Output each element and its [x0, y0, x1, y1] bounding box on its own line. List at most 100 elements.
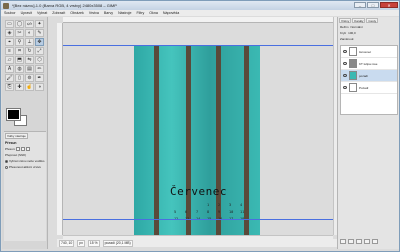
gimp-app-icon [3, 2, 9, 9]
scissors-icon[interactable]: ✂ [15, 29, 24, 37]
text-icon[interactable]: A [5, 65, 14, 73]
cage-icon[interactable]: ⬡ [35, 56, 44, 64]
toolbox: ▭ ◯ ᔕ ✦ ◈ ✂ ◐ ✎ ⌖ ⚲ ⟂ ✥ ≡ ⌗ ↻ ⤢ ▱ ⬒ ⇋ ⬡ A ◍ ▤ ✏ 🖌 ▯ ⊚ ✒ ⎘ ✚ ☝ ◑ Volby n… [2, 17, 48, 249]
dodge-icon[interactable]: ◑ [35, 83, 44, 91]
duplicate-layer-button[interactable] [364, 239, 370, 244]
opacity-value[interactable]: 100,0 [348, 31, 356, 35]
move-selection-mode-button[interactable] [21, 147, 26, 151]
option-move-active[interactable]: Přesunout aktivní vrstvu [5, 165, 45, 169]
option-pick-layer-label: Vybrat vrstvu nebo vodítko [9, 159, 45, 163]
blend-icon[interactable]: ▤ [25, 65, 34, 73]
layer-item[interactable]: červenec [341, 46, 397, 58]
tab-tool-options[interactable]: Volby nástroje [5, 133, 28, 139]
crop-icon[interactable]: ⌗ [15, 47, 24, 55]
layer-thumbnail [349, 71, 357, 80]
status-bar: 740, 10 px 15 % pozadí (20,1 MB) [57, 239, 337, 247]
menu-filtry[interactable]: Filtry [136, 11, 144, 15]
move-path-mode-button[interactable] [26, 147, 31, 151]
raise-layer-button[interactable] [348, 239, 354, 244]
option-pick-layer[interactable]: Vybrat vrstvu nebo vodítko [5, 159, 45, 163]
rotate-icon[interactable]: ↻ [25, 47, 34, 55]
calendar-day [196, 203, 207, 207]
paintbrush-icon[interactable]: 🖌 [5, 74, 14, 82]
shear-icon[interactable]: ▱ [5, 56, 14, 64]
unit-select[interactable]: px [77, 239, 85, 247]
eye-icon[interactable] [343, 74, 347, 77]
move-icon[interactable]: ✥ [35, 38, 44, 46]
menu-vybrat[interactable]: Vybrat [37, 11, 47, 15]
perspective-icon[interactable]: ⬒ [15, 56, 24, 64]
tab-channels[interactable]: Kanály [352, 18, 366, 23]
calendar-day: 9 [218, 210, 221, 214]
rect-select-icon[interactable]: ▭ [5, 20, 14, 28]
bucket-fill-icon[interactable]: ◍ [15, 65, 24, 73]
radio-pick-layer[interactable] [5, 159, 8, 163]
tab-paths[interactable]: Cesty [366, 18, 379, 23]
lock-label: Zamknout: [340, 37, 355, 41]
zoom-select[interactable]: 15 % [87, 239, 100, 247]
flip-icon[interactable]: ⇋ [25, 56, 34, 64]
scale-icon[interactable]: ⤢ [35, 47, 44, 55]
airbrush-icon[interactable]: ⊚ [25, 74, 34, 82]
pencil-icon[interactable]: ✏ [35, 65, 44, 73]
image-canvas[interactable]: Červenec 123456789101112131415161718 [134, 45, 260, 235]
menu-soubor[interactable]: Soubor [4, 11, 16, 15]
foreground-color-swatch[interactable] [6, 108, 21, 121]
eye-icon[interactable] [343, 86, 347, 89]
menu-zobrazit[interactable]: Zobrazit [52, 11, 65, 15]
menu-barvy[interactable]: Barvy [104, 11, 113, 15]
fuzzy-select-icon[interactable]: ✦ [35, 20, 44, 28]
maximize-button[interactable]: □ [367, 2, 379, 8]
minimize-button[interactable]: – [354, 2, 366, 8]
toggle-label: Přepnout (Shift) [5, 153, 27, 157]
layer-thumbnail [349, 83, 357, 92]
zoom-icon[interactable]: ⚲ [15, 38, 24, 46]
color-swatches [6, 108, 37, 129]
window-controls: – □ ✕ [354, 2, 398, 8]
close-button[interactable]: ✕ [380, 2, 398, 8]
wood-plank-gap [154, 45, 159, 235]
heal-icon[interactable]: ✚ [15, 83, 24, 91]
menu-obrazek[interactable]: Obrázek [70, 11, 84, 15]
menu-napoveda[interactable]: Nápověda [163, 11, 179, 15]
calendar-day [174, 203, 185, 207]
eye-icon[interactable] [343, 62, 347, 65]
eraser-icon[interactable]: ▯ [15, 74, 24, 82]
color-select-icon[interactable]: ◈ [5, 29, 14, 37]
delete-layer-button[interactable] [372, 239, 378, 244]
foreground-select-icon[interactable]: ◐ [25, 29, 34, 37]
calendar-day: 4 [240, 203, 243, 207]
lasso-icon[interactable]: ᔕ [25, 20, 34, 28]
menu-nastroje[interactable]: Nástroje [118, 11, 131, 15]
radio-move-active[interactable] [5, 165, 8, 169]
move-layer-mode-button[interactable] [16, 147, 21, 151]
layer-item[interactable]: Pozadí [341, 82, 397, 94]
paths-icon[interactable]: ✎ [35, 29, 44, 37]
menu-okna[interactable]: Okna [149, 11, 158, 15]
eye-icon[interactable] [343, 50, 347, 53]
menu-vrstva[interactable]: Vrstva [89, 11, 99, 15]
canvas-viewport[interactable]: Červenec 123456789101112131415161718 [63, 23, 333, 235]
opacity-label: Krytí [340, 31, 347, 35]
tab-layers[interactable]: Vrstvy [339, 18, 352, 23]
measure-icon[interactable]: ⟂ [25, 38, 34, 46]
smudge-icon[interactable]: ☝ [25, 83, 34, 91]
align-icon[interactable]: ≡ [5, 47, 14, 55]
clone-icon[interactable]: ⎘ [5, 83, 14, 91]
layer-item[interactable]: KT tulipa rose [341, 58, 397, 70]
guide-line-bottom[interactable] [63, 219, 333, 220]
layer-item[interactable]: pozadí [341, 70, 397, 82]
ink-icon[interactable]: ✒ [35, 74, 44, 82]
guide-line-top[interactable] [63, 45, 333, 46]
new-layer-button[interactable] [340, 239, 346, 244]
layer-actions [340, 239, 398, 245]
gimp-window: *[Bez názvu]-1.0 (Barva RGB, 4 vrstvy) 2… [0, 0, 400, 252]
mode-select[interactable]: Normální [351, 25, 363, 29]
lower-layer-button[interactable] [356, 239, 362, 244]
color-picker-icon[interactable]: ⌖ [5, 38, 14, 46]
calendar-day: 1 [207, 203, 210, 207]
ellipse-select-icon[interactable]: ◯ [15, 20, 24, 28]
menu-upravit[interactable]: Upravit [21, 11, 32, 15]
calendar-day [185, 203, 196, 207]
lock-row: Zamknout: [338, 36, 399, 42]
